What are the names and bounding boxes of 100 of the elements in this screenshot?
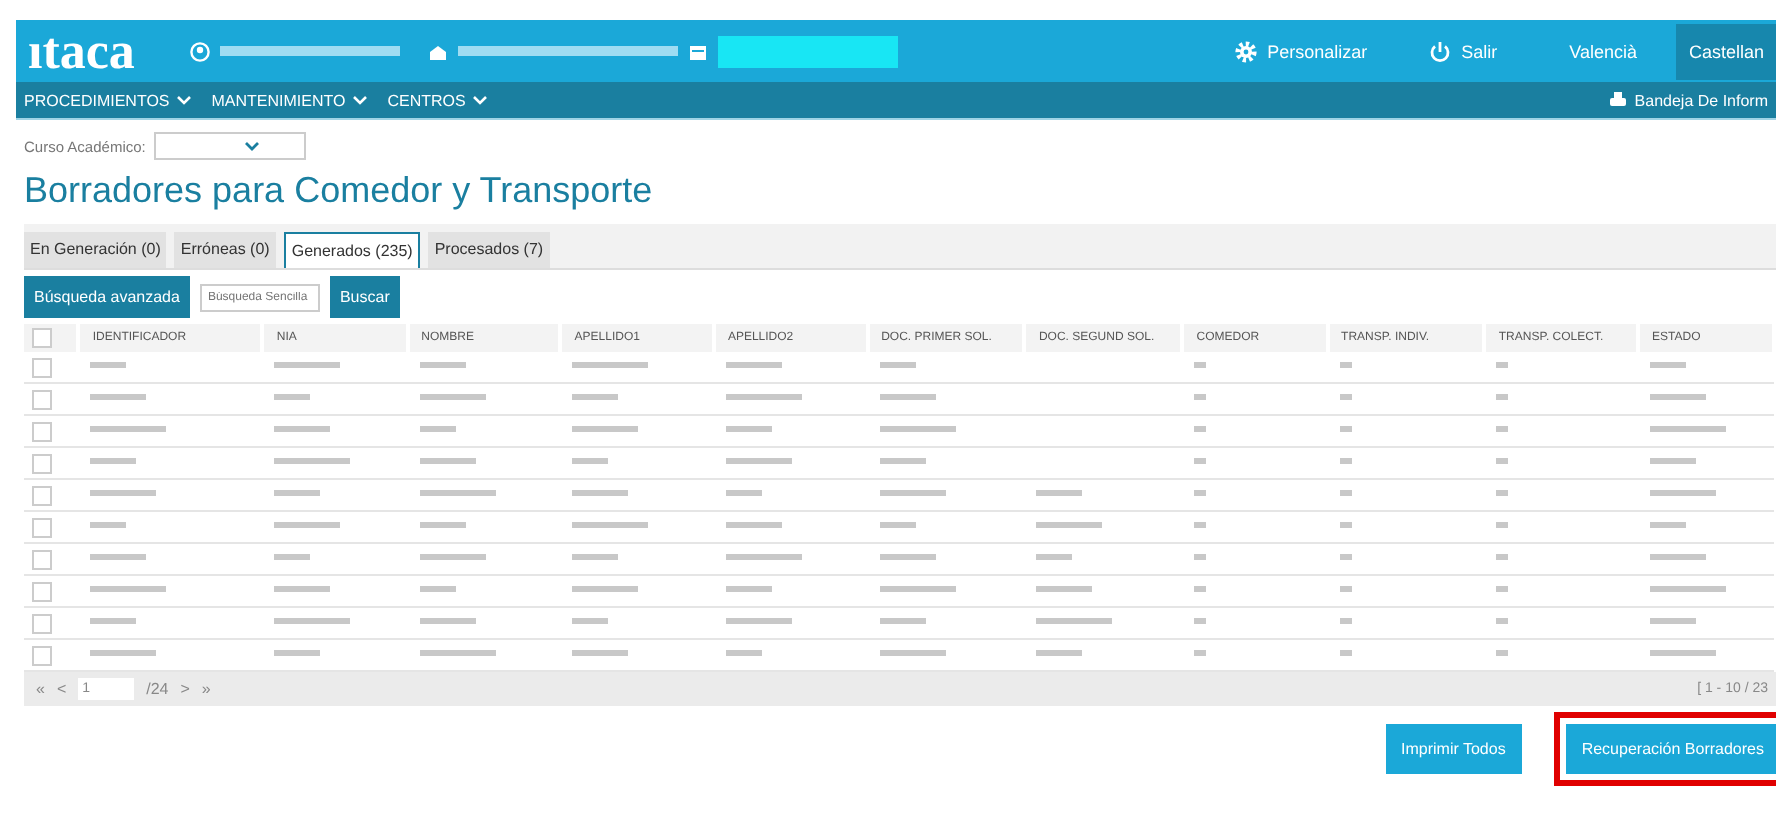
redacted-text (725, 490, 762, 497)
redacted-text (1339, 426, 1352, 433)
redacted-text (725, 618, 792, 625)
redacted-text (1650, 426, 1727, 433)
checkbox[interactable] (32, 453, 52, 473)
redacted-text (879, 394, 936, 401)
redacted-text (725, 426, 772, 433)
next-page-button[interactable]: > (180, 680, 190, 698)
action-button[interactable]: Recuperación Borradores (1565, 724, 1776, 774)
redacted-text (1650, 362, 1687, 369)
language-tab[interactable]: Castellan (1676, 23, 1776, 79)
redacted-text (879, 426, 956, 433)
redacted-text (1339, 618, 1352, 625)
redacted-text (90, 586, 167, 593)
redacted-text (1496, 458, 1509, 465)
redacted-text (419, 362, 466, 369)
first-page-button[interactable]: « (36, 680, 45, 698)
redacted-text (1194, 394, 1207, 401)
redacted-text (725, 650, 762, 657)
power-icon (1427, 39, 1452, 63)
checkbox[interactable] (32, 389, 52, 409)
redacted-text (1339, 362, 1352, 369)
redacted-text (1496, 426, 1509, 433)
redacted-text (1036, 522, 1103, 529)
redacted-text (879, 586, 956, 593)
search-button[interactable]: Buscar (329, 276, 400, 318)
redacted-text (90, 426, 167, 433)
redacted-text (274, 554, 311, 561)
redacted-text (419, 490, 496, 497)
redacted-text (419, 458, 476, 465)
last-page-button[interactable]: » (201, 680, 211, 698)
redacted-text (419, 426, 456, 433)
redacted-text (274, 522, 341, 529)
redacted-text (1194, 586, 1207, 593)
redacted-text (1496, 554, 1509, 561)
header-link[interactable]: Salir (1427, 39, 1498, 63)
redacted-text (1194, 458, 1207, 465)
redacted-text (1339, 490, 1352, 497)
advanced-search-button[interactable]: Búsqueda avanzada (24, 276, 190, 318)
tab[interactable]: Procesados (7) (428, 232, 550, 268)
redacted-text (725, 586, 772, 593)
checkbox[interactable] (32, 421, 52, 441)
checkbox[interactable] (32, 549, 52, 569)
redacted-text (572, 586, 639, 593)
redacted-text (1650, 490, 1717, 497)
redacted-text (90, 458, 137, 465)
redacted-text (572, 650, 629, 657)
previous-page-button[interactable]: < (56, 680, 67, 698)
redacted-text (1496, 394, 1509, 401)
redacted-text (274, 490, 321, 497)
checkbox[interactable] (32, 485, 52, 505)
action-button[interactable]: Imprimir Todos (1385, 724, 1522, 774)
redacted-text (1650, 554, 1707, 561)
redacted-text (879, 554, 936, 561)
redacted-text (572, 426, 639, 433)
redacted-text (879, 650, 946, 657)
building-icon (428, 41, 449, 61)
settings-icon (1233, 39, 1258, 63)
redacted-text (879, 362, 916, 369)
course-select[interactable] (153, 132, 306, 160)
nav-menu[interactable]: MANTENIMIENTO (211, 91, 368, 109)
redacted-text (1650, 618, 1697, 625)
chevron-icon (471, 94, 488, 106)
tray-link[interactable]: Bandeja De Inform (1608, 90, 1768, 110)
nav-menu[interactable]: PROCEDIMIENTOS (24, 91, 192, 109)
checkbox[interactable] (32, 357, 52, 377)
itaca-logo[interactable]: ıtaca (28, 25, 135, 77)
nav-menu[interactable]: CENTROS (387, 91, 488, 109)
header-link[interactable]: Personalizar (1233, 39, 1368, 63)
tab[interactable]: Generados (235) (283, 232, 421, 268)
checkbox[interactable] (32, 517, 52, 537)
redacted-text (1036, 490, 1083, 497)
tab[interactable]: Erróneas (0) (174, 232, 276, 268)
redacted-text (725, 362, 782, 369)
redacted-text (419, 522, 466, 529)
redacted-text (1194, 650, 1207, 657)
redacted-text (1194, 618, 1207, 625)
redacted-text (725, 394, 802, 401)
checkbox[interactable] (32, 645, 52, 665)
redacted-text (1339, 458, 1352, 465)
checkbox[interactable] (32, 328, 52, 348)
redacted-text (1496, 522, 1509, 529)
redacted-text (274, 394, 311, 401)
redacted-text (1496, 618, 1509, 625)
redacted-text (1650, 394, 1707, 401)
redacted-text (274, 362, 341, 369)
redacted-text (879, 522, 916, 529)
chevron-icon (351, 94, 368, 106)
redacted-text (879, 490, 946, 497)
language-tab[interactable]: Valencià (1557, 23, 1649, 79)
checkbox[interactable] (32, 613, 52, 633)
redacted-text (419, 618, 476, 625)
checkbox[interactable] (32, 581, 52, 601)
redacted-text (274, 586, 331, 593)
redacted-text (1339, 554, 1352, 561)
redacted-text (725, 554, 802, 561)
redacted-text (572, 618, 609, 625)
redacted-text (1194, 522, 1207, 529)
tab[interactable]: En Generación (0) (24, 232, 167, 268)
redacted-text (1036, 554, 1073, 561)
